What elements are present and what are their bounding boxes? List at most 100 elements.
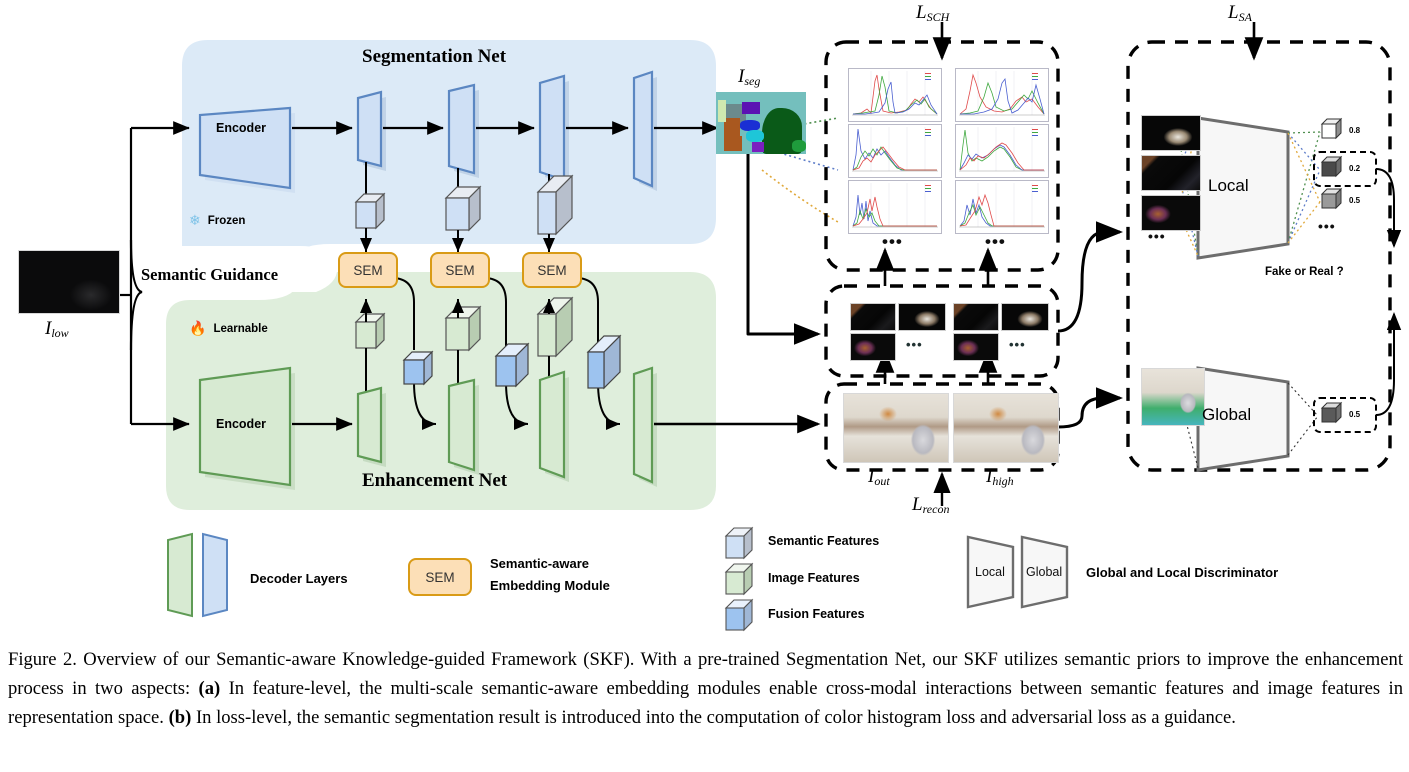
legend-local-disc-label: Local xyxy=(975,565,1005,579)
global-discriminator-label: Global xyxy=(1202,405,1252,424)
figure-overview-skf: ••• ••• Segmentation Net Enhancement Net… xyxy=(0,0,1409,772)
histogram-plot-1 xyxy=(848,68,942,122)
hist-col2-ellipsis: ••• xyxy=(985,232,1006,251)
histogram-plot-3 xyxy=(848,124,942,178)
legend-global-disc-label: Global xyxy=(1026,565,1063,579)
local-input-patch-1 xyxy=(1141,115,1201,151)
segmentation-net-title: Segmentation Net xyxy=(362,46,507,67)
local-fanout-lines xyxy=(1287,131,1321,244)
global-score-cube xyxy=(1320,401,1343,424)
global-score: 0.5 xyxy=(1349,410,1361,419)
i-high-image xyxy=(953,393,1059,463)
semantic-guidance-label: Semantic Guidance xyxy=(141,265,279,284)
sem-module-2[interactable]: SEM xyxy=(430,252,490,288)
sem-module-3[interactable]: SEM xyxy=(522,252,582,288)
legend-disc-desc: Global and Local Discriminator xyxy=(1086,565,1279,580)
local-score-1: 0.8 xyxy=(1349,126,1361,135)
enhancement-encoder-label: Encoder xyxy=(216,417,267,431)
frozen-legend: ❄ Frozen xyxy=(189,212,245,229)
i-low-label: Ilow xyxy=(45,318,69,341)
iout-patch-ellipsis: ••• xyxy=(906,337,923,352)
histogram-plot-4 xyxy=(955,124,1049,178)
image-feature-cube-3 xyxy=(536,296,574,358)
legend-decoder-layers-label: Decoder Layers xyxy=(250,571,348,586)
loss-recon-label: Lrecon xyxy=(912,494,949,517)
i-out-label: Iout xyxy=(868,466,890,489)
image-feature-cube-1 xyxy=(354,312,386,350)
legend-sem-box: SEM xyxy=(408,558,472,596)
enh-decoder-3 xyxy=(538,370,566,479)
global-input-image xyxy=(1141,368,1205,426)
local-score-cube-3 xyxy=(1320,187,1343,210)
legend-decoder-blue xyxy=(202,532,228,618)
i-seg-subscript: seg xyxy=(744,74,761,88)
sem-module-1[interactable]: SEM xyxy=(338,252,398,288)
semantic-feature-cube-1 xyxy=(354,192,386,230)
snowflake-icon: ❄ xyxy=(189,212,201,228)
legend-image-features-label: Image Features xyxy=(768,571,860,585)
i-low-image xyxy=(18,250,120,314)
local-score-cube-2 xyxy=(1320,155,1343,178)
histogram-plot-2 xyxy=(955,68,1049,122)
local-input-patch-3 xyxy=(1141,195,1201,231)
verdict-label: Fake or Real ? xyxy=(1265,266,1344,278)
iseg-to-patches-wire xyxy=(746,152,821,345)
input-bracket xyxy=(129,239,143,351)
enh-decoder-1 xyxy=(356,386,383,464)
flame-icon: 🔥 xyxy=(189,320,207,336)
legend-cube-fusion xyxy=(724,598,754,632)
seg-decoder-3 xyxy=(538,74,566,182)
legend-decoder-green xyxy=(167,532,193,618)
i-low-subscript: low xyxy=(51,326,69,340)
legend-cube-semantic xyxy=(724,526,754,560)
local-input-patch-2 xyxy=(1141,155,1201,191)
sem-out-wire-3 xyxy=(575,277,599,350)
sem-module-2-label: SEM xyxy=(445,262,475,278)
fusion-merge-1 xyxy=(413,381,437,430)
legend-fusion-features-label: Fusion Features xyxy=(768,607,865,621)
i-seg-label: Iseg xyxy=(738,66,760,89)
ihigh-patch-ellipsis: ••• xyxy=(1009,337,1026,352)
semantic-feature-cube-2 xyxy=(444,185,482,232)
i-seg-image xyxy=(716,92,806,154)
patches-to-local-wire xyxy=(1057,221,1123,333)
image-feature-cube-2 xyxy=(444,305,482,352)
i-high-label: Ihigh xyxy=(986,466,1014,489)
figure-caption: Figure 2. Overview of our Semantic-aware… xyxy=(8,649,1403,728)
seg-decoder-4 xyxy=(632,70,654,188)
sem-module-1-label: SEM xyxy=(353,262,383,278)
fusion-feature-cube-2 xyxy=(494,342,530,388)
loss-sa-subscript: SA xyxy=(1238,10,1252,24)
enh-decoder-4 xyxy=(632,366,654,484)
fusion-merge-2 xyxy=(505,381,529,430)
hist-col1-ellipsis: ••• xyxy=(882,232,903,251)
sem-out-wire-2 xyxy=(483,277,507,350)
seg-decoder-1 xyxy=(356,90,383,168)
loss-sch-subscript: SCH xyxy=(926,10,950,24)
local-score-3: 0.5 xyxy=(1349,196,1361,205)
loss-sch-label: LSCH xyxy=(916,2,949,25)
histogram-plot-5 xyxy=(848,180,942,234)
local-scores-ellipsis: ••• xyxy=(1318,218,1336,234)
segmentation-encoder-label: Encoder xyxy=(216,121,267,135)
loss-sa-label: LSA xyxy=(1228,2,1252,25)
legend-sem-desc-line1: Semantic-aware xyxy=(490,556,589,571)
local-score-cube-1 xyxy=(1320,117,1343,140)
histogram-plot-6 xyxy=(955,180,1049,234)
patch-group-box xyxy=(824,284,1060,378)
loss-sa-letter: L xyxy=(1228,2,1239,23)
sem-module-3-label: SEM xyxy=(537,262,567,278)
sem-out-wire-1 xyxy=(391,277,415,350)
legend-sem-box-label: SEM xyxy=(425,569,455,585)
learnable-legend: 🔥 Learnable xyxy=(189,320,268,337)
images-to-global-wire xyxy=(1057,387,1123,429)
local-score-2: 0.2 xyxy=(1349,164,1361,173)
i-out-subscript: out xyxy=(874,474,890,488)
enhancement-net-title: Enhancement Net xyxy=(362,470,508,491)
local-discriminator-label: Local xyxy=(1208,176,1249,195)
legend-cube-image xyxy=(724,562,754,596)
frozen-label: Frozen xyxy=(207,214,246,227)
seg-encoder xyxy=(198,106,292,190)
i-high-subscript: high xyxy=(992,474,1014,488)
i-out-image xyxy=(843,393,949,463)
